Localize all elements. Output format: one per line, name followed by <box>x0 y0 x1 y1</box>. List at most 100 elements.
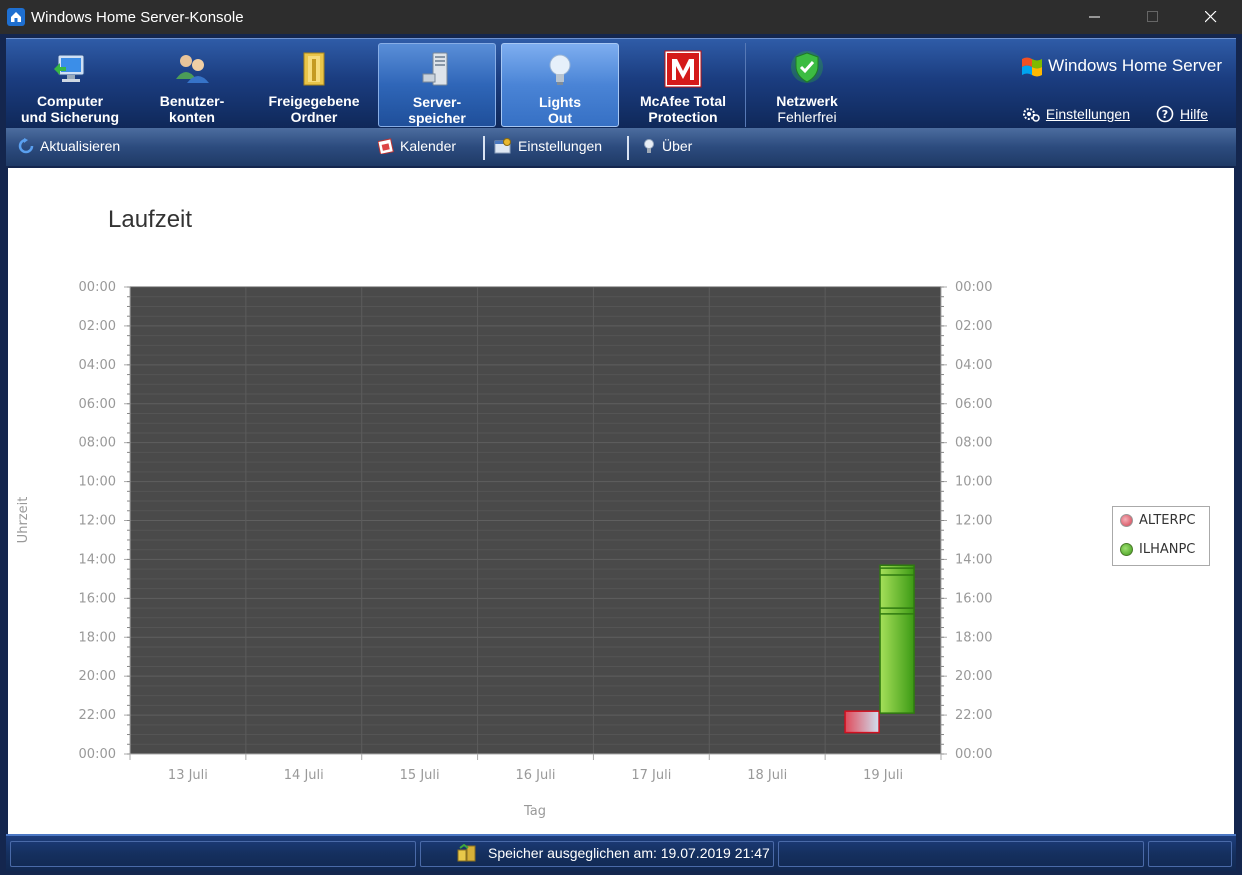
status-message-text: Speicher ausgeglichen am: 19.07.2019 21:… <box>488 845 770 861</box>
status-segment <box>10 841 416 867</box>
svg-text:?: ? <box>1162 108 1168 121</box>
y-tick-label: 14:00 <box>79 552 116 567</box>
storage-balance-icon <box>457 844 476 862</box>
x-tick-label: 17 Juli <box>631 768 671 783</box>
refresh-button[interactable]: Aktualisieren <box>18 138 120 154</box>
y-tick-label: 00:00 <box>79 747 116 762</box>
legend-swatch <box>1120 543 1133 556</box>
brand-name: Windows Home Server <box>1048 56 1222 75</box>
shield-check-icon <box>787 49 827 89</box>
settings-window-icon <box>494 138 511 154</box>
y-tick-label: 00:00 <box>79 280 116 295</box>
brand-logo: Windows Home Server <box>1020 55 1222 77</box>
tab-label-line1: Lights <box>539 94 581 110</box>
tab-label-line2: speicher <box>408 110 466 126</box>
tab-computer-backup[interactable]: Computer und Sicherung <box>10 43 130 127</box>
y-tick-label: 18:00 <box>955 630 992 645</box>
x-tick-label: 13 Juli <box>168 768 208 783</box>
y-tick-label: 18:00 <box>79 630 116 645</box>
main-navigation: Computer und Sicherung Benutzer-konten Fr… <box>6 38 1236 128</box>
tab-shared-folders[interactable]: Freigegebene Ordner <box>254 43 374 127</box>
toolbar: Aktualisieren Kalender Einstellungen Übe… <box>6 128 1236 166</box>
y-tick-label: 00:00 <box>955 747 992 762</box>
tab-user-accounts[interactable]: Benutzer-konten <box>134 43 250 127</box>
status-segment <box>1148 841 1232 867</box>
main-content: Laufzeit 00:00 00:00 02:00 02:00 04:00 04:00 0… <box>8 168 1234 834</box>
legend-item: ILHANPC <box>1120 542 1195 557</box>
network-status[interactable]: Netzwerk Fehlerfrei <box>748 43 866 127</box>
legend-label: ALTERPC <box>1139 513 1196 528</box>
title-bar: Windows Home Server-Konsole <box>0 0 1242 34</box>
tab-label-line2: Out <box>547 110 573 126</box>
settings-link-label: Einstellungen <box>1045 106 1130 122</box>
y-tick-label: 16:00 <box>955 591 992 606</box>
y-tick-label: 20:00 <box>955 669 992 684</box>
maximize-button[interactable] <box>1124 0 1182 34</box>
tab-label-line1: Freigegebene <box>268 93 360 109</box>
refresh-icon <box>18 138 34 154</box>
tab-label-line2: Protection <box>648 109 718 125</box>
toolbar-settings-button[interactable]: Einstellungen <box>494 138 602 154</box>
light-bulb-icon <box>644 139 654 153</box>
y-tick-label: 16:00 <box>79 591 116 606</box>
top-links: Einstellungen ? Hilfe <box>1022 105 1208 123</box>
users-icon <box>172 49 212 89</box>
x-tick-label: 18 Juli <box>747 768 787 783</box>
calendar-label: Kalender <box>400 138 457 154</box>
calendar-icon <box>378 138 394 154</box>
computer-icon <box>50 49 90 89</box>
tab-label-line2: Ordner <box>290 109 338 125</box>
y-tick-label: 04:00 <box>955 358 992 373</box>
tab-label-line1: Computer <box>36 93 104 109</box>
light-bulb-icon <box>540 50 580 90</box>
y-tick-label: 06:00 <box>79 397 116 412</box>
help-link[interactable]: ? Hilfe <box>1156 105 1208 123</box>
settings-link[interactable]: Einstellungen <box>1022 105 1130 123</box>
home-server-icon <box>7 8 25 26</box>
about-button[interactable]: Über <box>642 138 692 154</box>
y-tick-label: 00:00 <box>955 280 992 295</box>
tab-label-line2: und Sicherung <box>21 109 119 125</box>
y-tick-label: 02:00 <box>955 319 992 334</box>
close-button[interactable] <box>1182 0 1240 34</box>
status-bar: Speicher ausgeglichen am: 19.07.2019 21:… <box>6 834 1236 871</box>
calendar-button[interactable]: Kalender <box>378 138 456 154</box>
legend-item: ALTERPC <box>1120 513 1195 528</box>
bar-alterpc <box>844 710 880 734</box>
x-tick-label: 14 Juli <box>284 768 324 783</box>
status-message: Speicher ausgeglichen am: 19.07.2019 21:… <box>456 844 770 862</box>
toolbar-divider <box>483 136 485 160</box>
y-tick-label: 22:00 <box>955 708 992 723</box>
x-tick-label: 15 Juli <box>400 768 440 783</box>
y-tick-label: 10:00 <box>955 475 992 490</box>
tab-lights-out[interactable]: Lights Out <box>501 43 619 127</box>
about-label: Über <box>662 138 693 154</box>
y-tick-label: 08:00 <box>79 436 116 451</box>
y-tick-label: 22:00 <box>79 708 116 723</box>
tab-label-line1: Benutzer- <box>159 93 225 109</box>
tab-label-line2: konten <box>169 109 215 125</box>
tab-label-line1: Server- <box>412 94 462 110</box>
window-title: Windows Home Server-Konsole <box>31 8 244 26</box>
toolbar-divider <box>627 136 629 160</box>
gear-icon <box>1022 108 1040 122</box>
windows-flag-icon <box>1022 57 1043 77</box>
nav-divider <box>745 43 746 127</box>
bar-ilhanpc <box>879 564 915 714</box>
help-link-label: Hilfe <box>1179 106 1208 122</box>
y-axis-title: Uhrzeit <box>16 497 31 544</box>
server-icon <box>417 50 457 90</box>
y-tick-label: 06:00 <box>955 397 992 412</box>
y-tick-label: 12:00 <box>79 514 116 529</box>
minimize-button[interactable] <box>1066 0 1124 34</box>
x-tick-label: 19 Juli <box>863 768 903 783</box>
tab-server-storage[interactable]: Server-speicher <box>378 43 496 127</box>
chart-legend: ALTERPC ILHANPC <box>1112 506 1210 566</box>
y-tick-label: 04:00 <box>79 358 116 373</box>
tab-mcafee[interactable]: McAfee Total Protection <box>623 43 743 127</box>
network-status-text: Fehlerfrei <box>777 109 837 125</box>
mcafee-icon <box>663 49 703 89</box>
tab-label-line1: McAfee Total <box>639 93 727 109</box>
y-tick-label: 20:00 <box>79 669 116 684</box>
help-icon: ? <box>1156 105 1174 123</box>
